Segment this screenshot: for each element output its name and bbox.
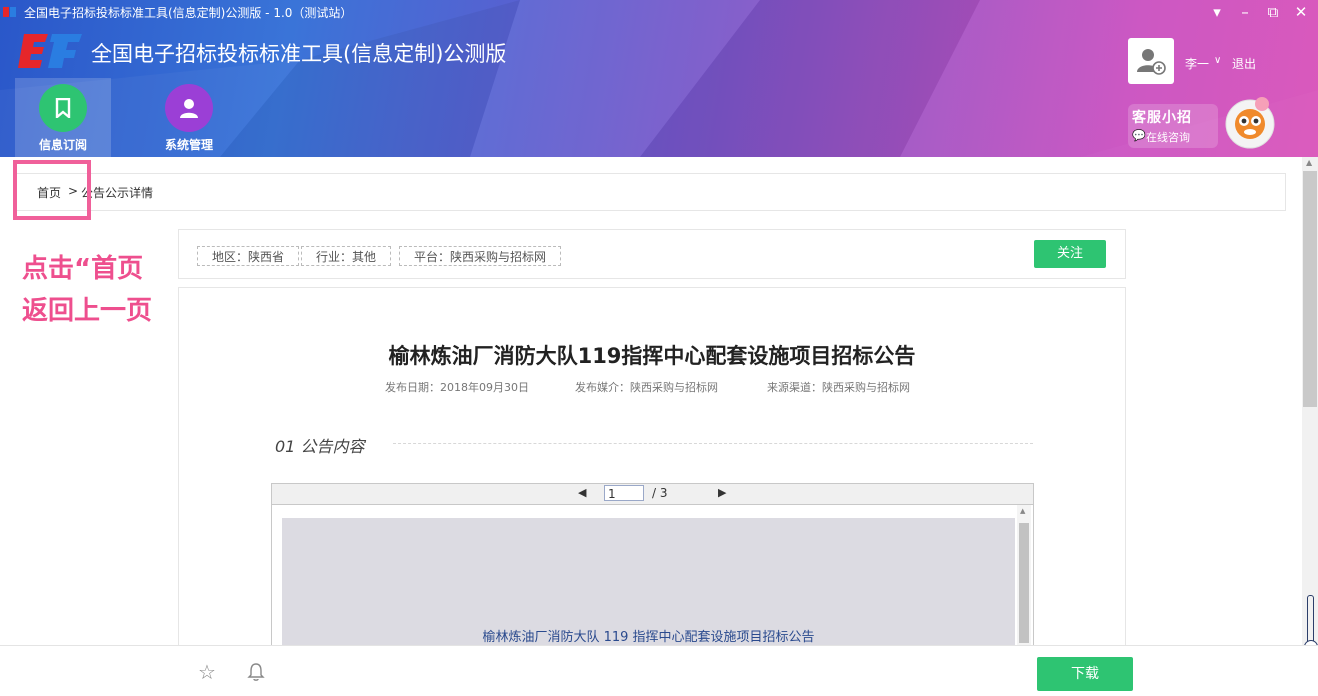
- breadcrumb-home-link[interactable]: 首页: [37, 184, 61, 201]
- notice-title: 榆林炼油厂消防大队119指挥中心配套设施项目招标公告: [388, 344, 916, 368]
- section-divider: [393, 443, 1033, 444]
- publish-media: 发布媒介：陕西采购与招标网: [575, 381, 718, 394]
- thermometer-icon: [1304, 595, 1318, 654]
- avatar[interactable]: [1128, 38, 1174, 84]
- minimize-icon[interactable]: –: [1236, 2, 1254, 22]
- chat-icon: 💬: [1132, 129, 1146, 142]
- user-icon: [165, 84, 213, 132]
- breadcrumb-current: 公告公示详情: [81, 186, 154, 200]
- breadcrumb-separator: >: [68, 184, 79, 198]
- download-button[interactable]: 下载: [1037, 657, 1133, 691]
- pdf-toolbar: ◀ 1 / 3 ▶: [272, 484, 1033, 505]
- annotation-text: 点击“首页 返回上一页: [22, 254, 153, 326]
- chevron-down-icon[interactable]: ∨: [1214, 55, 1221, 66]
- pdf-scrollbar[interactable]: ▲: [1017, 505, 1031, 658]
- bell-icon[interactable]: [246, 662, 266, 682]
- app-name: 全国电子招标投标标准工具(信息定制)公测版: [91, 42, 507, 66]
- page-number-input[interactable]: 1: [604, 485, 644, 501]
- app-header: 全国电子招标投标标准工具(信息定制)公测版 - 1.0（测试站） ▾ – ⧉ ✕…: [0, 0, 1318, 157]
- scroll-up-icon[interactable]: ▲: [1020, 507, 1025, 515]
- menu-dropdown-icon[interactable]: ▾: [1208, 2, 1226, 22]
- add-user-icon: [1137, 49, 1166, 75]
- star-icon[interactable]: ☆: [198, 660, 216, 684]
- service-title: 客服小招: [1132, 110, 1192, 126]
- pdf-scroll-thumb[interactable]: [1019, 523, 1029, 643]
- nav-subscription[interactable]: 信息订阅: [15, 78, 111, 157]
- notice-tags-card: 地区：陕西省 行业：其他 平台：陕西采购与招标网 关注: [178, 229, 1126, 279]
- nav-system-management[interactable]: 系统管理: [141, 78, 237, 157]
- region-tag: 地区：陕西省: [197, 246, 300, 266]
- mascot-icon[interactable]: [1222, 92, 1278, 152]
- page-scroll-thumb[interactable]: [1303, 171, 1317, 407]
- scroll-up-icon[interactable]: ▲: [1306, 158, 1312, 167]
- publish-date: 发布日期：2018年09月30日: [385, 381, 529, 394]
- nav-subscription-label: 信息订阅: [38, 138, 87, 152]
- service-subtitle: 在线咨询: [1146, 131, 1190, 144]
- page-scrollbar[interactable]: ▲: [1302, 157, 1318, 645]
- next-page-icon[interactable]: ▶: [718, 486, 726, 499]
- section-heading: 01 公告内容: [275, 437, 365, 456]
- close-icon[interactable]: ✕: [1292, 2, 1310, 22]
- user-name[interactable]: 李一: [1185, 55, 1209, 72]
- breadcrumb: 首页 > 公告公示详情: [14, 173, 1286, 211]
- industry-tag: 行业：其他: [301, 246, 392, 266]
- bookmark-icon: [39, 84, 87, 132]
- window-title: 全国电子招标投标标准工具(信息定制)公测版 - 1.0（测试站）: [24, 6, 353, 20]
- prev-page-icon[interactable]: ◀: [578, 486, 586, 499]
- follow-button[interactable]: 关注: [1034, 240, 1106, 268]
- pdf-page: 榆林炼油厂消防大队 119 指挥中心配套设施项目招标公告: [282, 518, 1015, 658]
- app-logo: [18, 34, 82, 68]
- platform-tag: 平台：陕西采购与招标网: [399, 246, 562, 266]
- title-bar: 全国电子招标投标标准工具(信息定制)公测版 - 1.0（测试站） ▾ – ⧉ ✕: [0, 0, 1318, 24]
- maximize-icon[interactable]: ⧉: [1264, 2, 1282, 22]
- logout-link[interactable]: 退出: [1232, 55, 1256, 72]
- page-total: / 3: [652, 486, 668, 500]
- pdf-viewer[interactable]: ◀ 1 / 3 ▶ 榆林炼油厂消防大队 119 指挥中心配套设施项目招标公告 ▲: [271, 483, 1034, 658]
- notice-content-card: 榆林炼油厂消防大队119指挥中心配套设施项目招标公告 发布日期：2018年09月…: [178, 287, 1126, 659]
- pdf-page-title: 榆林炼油厂消防大队 119 指挥中心配套设施项目招标公告: [482, 630, 815, 645]
- customer-service-button[interactable]: 客服小招 💬 在线咨询: [1128, 104, 1218, 148]
- nav-system-management-label: 系统管理: [164, 138, 213, 152]
- bottom-action-bar: ☆ 下载: [0, 645, 1318, 696]
- source-channel: 来源渠道：陕西采购与招标网: [767, 381, 910, 394]
- window-controls: ▾ – ⧉ ✕: [1208, 2, 1310, 22]
- app-mini-logo-icon: [3, 7, 16, 17]
